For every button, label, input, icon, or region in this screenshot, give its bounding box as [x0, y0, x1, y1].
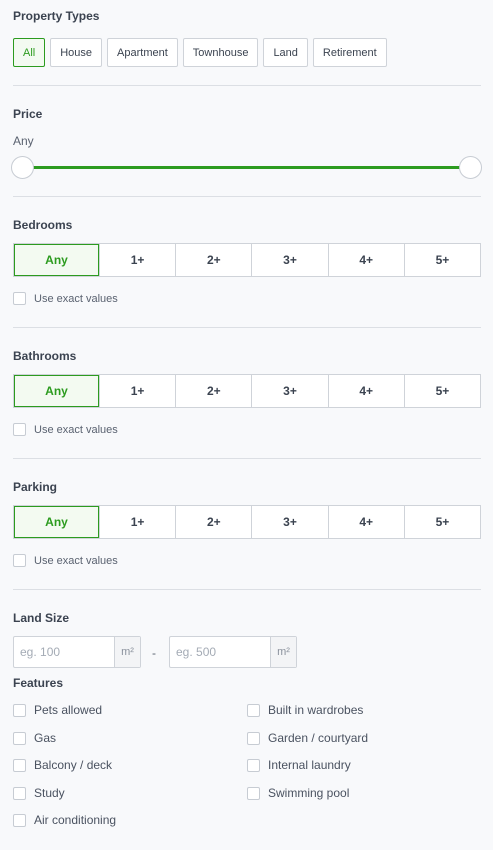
bedrooms-1-option[interactable]: 1+	[99, 244, 175, 276]
feature-garden-courtyard[interactable]: Garden / courtyard	[247, 731, 368, 745]
land-size-max-unit: m²	[270, 637, 296, 667]
feature-air-conditioning[interactable]: Air conditioning	[13, 813, 116, 827]
feature-checkbox[interactable]	[13, 758, 26, 772]
parking-3-option[interactable]: 3+	[251, 506, 327, 538]
feature-balcony-deck[interactable]: Balcony / deck	[13, 758, 112, 772]
feature-checkbox[interactable]	[13, 731, 26, 745]
feature-label: Swimming pool	[268, 786, 350, 800]
land-size-max-field: m²	[169, 636, 297, 668]
feature-swimming-pool[interactable]: Swimming pool	[247, 786, 349, 800]
property-type-townhouse-button[interactable]: Townhouse	[182, 38, 259, 67]
feature-checkbox[interactable]	[247, 703, 260, 717]
feature-label: Air conditioning	[34, 813, 117, 827]
price-value-label: Any	[13, 134, 34, 148]
feature-checkbox[interactable]	[247, 731, 260, 745]
land-size-separator: -	[152, 646, 156, 660]
feature-checkbox[interactable]	[13, 813, 26, 827]
price-min-handle[interactable]	[11, 156, 34, 179]
parking-exact-checkbox[interactable]	[13, 554, 26, 567]
feature-built-in-wardrobes[interactable]: Built in wardrobes	[247, 703, 363, 717]
parking-1-option[interactable]: 1+	[99, 506, 175, 538]
bathrooms-2-option[interactable]: 2+	[175, 375, 251, 407]
feature-label: Balcony / deck	[34, 758, 113, 772]
parking-exact-label: Use exact values	[34, 554, 118, 567]
feature-checkbox[interactable]	[247, 758, 260, 772]
property-type-land-button[interactable]: Land	[263, 38, 308, 67]
bedrooms-5-option[interactable]: 5+	[403, 244, 480, 276]
property-types-group: All House Apartment Townhouse Land Retir…	[13, 38, 387, 67]
feature-gas[interactable]: Gas	[13, 731, 56, 745]
land-size-min-field: m²	[13, 636, 141, 668]
feature-pets-allowed[interactable]: Pets allowed	[13, 703, 102, 717]
property-type-apartment-button[interactable]: Apartment	[107, 38, 178, 67]
parking-selector: Any 1+ 2+ 3+ 4+ 5+	[13, 505, 481, 539]
bathrooms-selector: Any 1+ 2+ 3+ 4+ 5+	[13, 374, 481, 408]
bedrooms-selector: Any 1+ 2+ 3+ 4+ 5+	[13, 243, 481, 277]
land-size-title: Land Size	[13, 611, 70, 625]
bathrooms-any-option[interactable]: Any	[14, 375, 99, 407]
bedrooms-2-option[interactable]: 2+	[175, 244, 251, 276]
divider	[13, 196, 481, 197]
feature-label: Study	[34, 786, 65, 800]
divider	[13, 458, 481, 459]
price-slider-track[interactable]	[23, 166, 471, 169]
feature-label: Pets allowed	[34, 703, 103, 717]
parking-2-option[interactable]: 2+	[175, 506, 251, 538]
feature-checkbox[interactable]	[13, 703, 26, 717]
divider	[13, 327, 481, 328]
property-type-all-button[interactable]: All	[13, 38, 46, 67]
feature-internal-laundry[interactable]: Internal laundry	[247, 758, 351, 772]
bathrooms-exact-checkbox[interactable]	[13, 423, 26, 436]
land-size-min-input[interactable]	[14, 637, 114, 667]
bedrooms-4-option[interactable]: 4+	[327, 244, 404, 276]
divider	[13, 85, 481, 86]
bedrooms-exact-checkbox[interactable]	[13, 292, 26, 305]
bathrooms-4-option[interactable]: 4+	[327, 375, 404, 407]
parking-title: Parking	[13, 480, 58, 494]
divider	[13, 589, 481, 590]
land-size-max-input[interactable]	[170, 637, 270, 667]
feature-label: Gas	[34, 731, 57, 745]
bathrooms-3-option[interactable]: 3+	[251, 375, 327, 407]
parking-4-option[interactable]: 4+	[327, 506, 404, 538]
feature-checkbox[interactable]	[247, 786, 260, 800]
bathrooms-5-option[interactable]: 5+	[403, 375, 480, 407]
bathrooms-1-option[interactable]: 1+	[99, 375, 175, 407]
bedrooms-title: Bedrooms	[13, 218, 73, 232]
parking-5-option[interactable]: 5+	[403, 506, 480, 538]
price-title: Price	[13, 107, 43, 121]
feature-label: Internal laundry	[268, 758, 351, 772]
bedrooms-exact-label: Use exact values	[34, 292, 118, 305]
property-type-house-button[interactable]: House	[50, 38, 103, 67]
property-type-retirement-button[interactable]: Retirement	[312, 38, 387, 67]
feature-study[interactable]: Study	[13, 786, 65, 800]
parking-exact-checkbox-row[interactable]: Use exact values	[13, 554, 118, 567]
bathrooms-exact-checkbox-row[interactable]: Use exact values	[13, 423, 118, 436]
feature-label: Garden / courtyard	[268, 731, 369, 745]
bedrooms-3-option[interactable]: 3+	[251, 244, 327, 276]
property-types-title: Property Types	[13, 9, 100, 23]
feature-label: Built in wardrobes	[268, 703, 364, 717]
features-title: Features	[13, 676, 64, 690]
bedrooms-any-option[interactable]: Any	[14, 244, 99, 276]
bathrooms-title: Bathrooms	[13, 349, 77, 363]
land-size-min-unit: m²	[114, 637, 140, 667]
feature-checkbox[interactable]	[13, 786, 26, 800]
bathrooms-exact-label: Use exact values	[34, 423, 118, 436]
bedrooms-exact-checkbox-row[interactable]: Use exact values	[13, 292, 118, 305]
parking-any-option[interactable]: Any	[14, 506, 99, 538]
price-max-handle[interactable]	[459, 156, 482, 179]
